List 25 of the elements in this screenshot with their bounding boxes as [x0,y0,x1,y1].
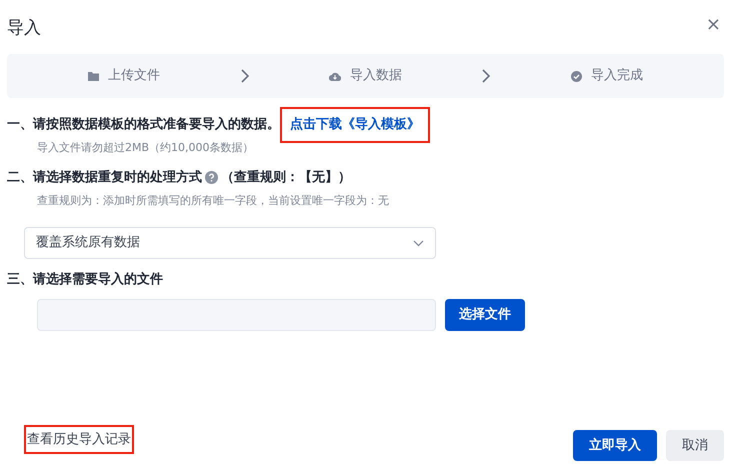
choose-file-button[interactable]: 选择文件 [445,299,525,331]
dedup-rule-label: （查重规则：【无】） [221,168,351,187]
check-circle-icon [571,70,582,82]
file-path-field[interactable] [37,299,436,331]
folder-icon [88,71,99,81]
step-label: 上传文件 [108,67,160,86]
hint-text: 导入文件请勿超过2MB（约10,000条数据） [36,140,255,156]
chevron-right-icon [240,69,249,83]
import-now-button[interactable]: 立即导入 [573,430,657,461]
section-heading: 二、请选择数据重复时的处理方式 [7,168,202,187]
cancel-button[interactable]: 取消 [666,430,724,461]
close-button[interactable]: × [706,16,721,34]
dialog-title: 导入 [7,16,41,40]
download-template-link[interactable]: 点击下载《导入模板》 [280,107,430,143]
step-label: 导入完成 [591,67,644,86]
section-heading: 三、请选择需要导入的文件 [7,270,163,290]
dropdown-select[interactable]: 覆盖系统原有数据 [24,227,436,259]
cloud-icon [329,72,341,80]
step-label: 导入数据 [350,67,402,86]
select-value: 覆盖系统原有数据 [36,234,140,252]
chevron-right-icon [482,69,490,83]
section-heading: 一、请按照数据模板的格式准备要导入的数据。 [7,116,280,134]
chevron-down-icon [413,240,424,246]
hint-text: 查重规则为：添加时所需填写的所有唯一字段，当前设置唯一字段为：无 [36,192,390,208]
import-history-link[interactable]: 查看历史导入记录 [24,424,134,454]
